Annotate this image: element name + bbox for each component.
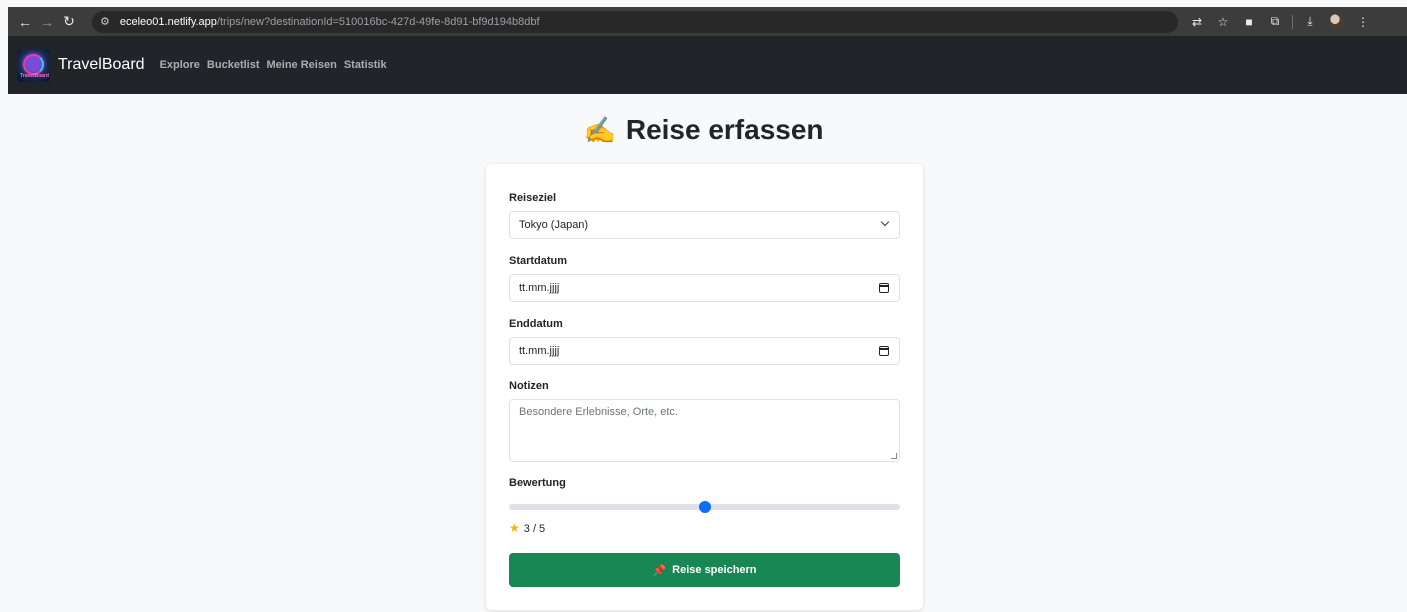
- brand-name[interactable]: TravelBoard: [58, 56, 145, 74]
- destination-selected-value: Tokyo (Japan): [519, 219, 589, 231]
- calendar-icon[interactable]: [879, 283, 889, 293]
- end-date-label: Enddatum: [509, 318, 563, 330]
- page-title-text: Reise erfassen: [625, 114, 824, 145]
- nav-link-explore[interactable]: Explore: [160, 59, 200, 71]
- logo-text: TravelBoard: [20, 72, 49, 79]
- forward-icon[interactable]: →: [36, 14, 58, 30]
- rating-label: Bewertung: [509, 477, 566, 489]
- save-button-label: Reise speichern: [672, 564, 757, 576]
- logo-globe-icon: [23, 53, 44, 75]
- toolbar-divider: [1292, 14, 1293, 29]
- notes-label: Notizen: [509, 380, 549, 392]
- page-title: ✍️ Reise erfassen: [0, 114, 1407, 146]
- pushpin-icon: 📌: [652, 564, 667, 577]
- nav-link-statistik[interactable]: Statistik: [344, 59, 387, 71]
- url-host: eceleo01.netlify.app: [119, 15, 217, 28]
- calendar-icon[interactable]: [879, 346, 889, 356]
- profile-avatar[interactable]: [1329, 14, 1344, 29]
- notes-placeholder: Besondere Erlebnisse, Orte, etc.: [519, 406, 678, 418]
- reload-icon[interactable]: ↻: [58, 13, 80, 30]
- star-icon: ★: [509, 521, 520, 535]
- nav-link-meine-reisen[interactable]: Meine Reisen: [267, 59, 337, 71]
- reading-list-icon[interactable]: ■: [1236, 15, 1262, 29]
- start-date-placeholder: tt.mm.jjjj: [519, 282, 560, 294]
- rating-value-text: 3 / 5: [523, 523, 546, 535]
- browser-toolbar: ← → ↻ ⚙ eceleo01.netlify.app/trips/new?d…: [8, 7, 1407, 36]
- download-icon[interactable]: ⤓: [1297, 14, 1323, 29]
- rating-slider[interactable]: [509, 501, 900, 513]
- rating-display: ★ 3 / 5: [509, 521, 545, 535]
- notes-textarea[interactable]: Besondere Erlebnisse, Orte, etc.: [509, 399, 900, 462]
- start-date-label: Startdatum: [509, 255, 568, 267]
- app-navbar: TravelBoard TravelBoard Explore Bucketli…: [8, 36, 1407, 94]
- end-date-placeholder: tt.mm.jjjj: [519, 345, 560, 357]
- slider-thumb[interactable]: [698, 501, 711, 513]
- back-icon[interactable]: ←: [14, 14, 36, 30]
- end-date-input[interactable]: tt.mm.jjjj: [509, 337, 900, 365]
- url-path: /trips/new?destinationId=510016bc-427d-4…: [216, 15, 540, 28]
- translate-icon[interactable]: ⇄: [1184, 15, 1210, 29]
- nav-link-bucketlist[interactable]: Bucketlist: [207, 59, 260, 71]
- bookmark-star-icon[interactable]: ☆: [1210, 15, 1236, 29]
- destination-label: Reiseziel: [509, 192, 557, 204]
- address-bar[interactable]: ⚙ eceleo01.netlify.app/trips/new?destina…: [92, 10, 1178, 33]
- save-trip-button[interactable]: 📌 Reise speichern: [509, 553, 900, 587]
- trip-form-card: Reiseziel Tokyo (Japan) Startdatum tt.mm…: [486, 164, 923, 610]
- extensions-icon[interactable]: ⧉: [1262, 14, 1288, 29]
- writing-hand-icon: ✍️: [583, 115, 616, 145]
- site-settings-icon[interactable]: ⚙: [100, 15, 110, 28]
- travelboard-logo[interactable]: TravelBoard: [17, 48, 50, 82]
- start-date-input[interactable]: tt.mm.jjjj: [509, 274, 900, 302]
- resize-handle-icon[interactable]: [891, 453, 897, 459]
- destination-select[interactable]: Tokyo (Japan): [509, 211, 900, 239]
- chevron-down-icon: [880, 217, 890, 227]
- menu-kebab-icon[interactable]: ⋮: [1350, 15, 1376, 29]
